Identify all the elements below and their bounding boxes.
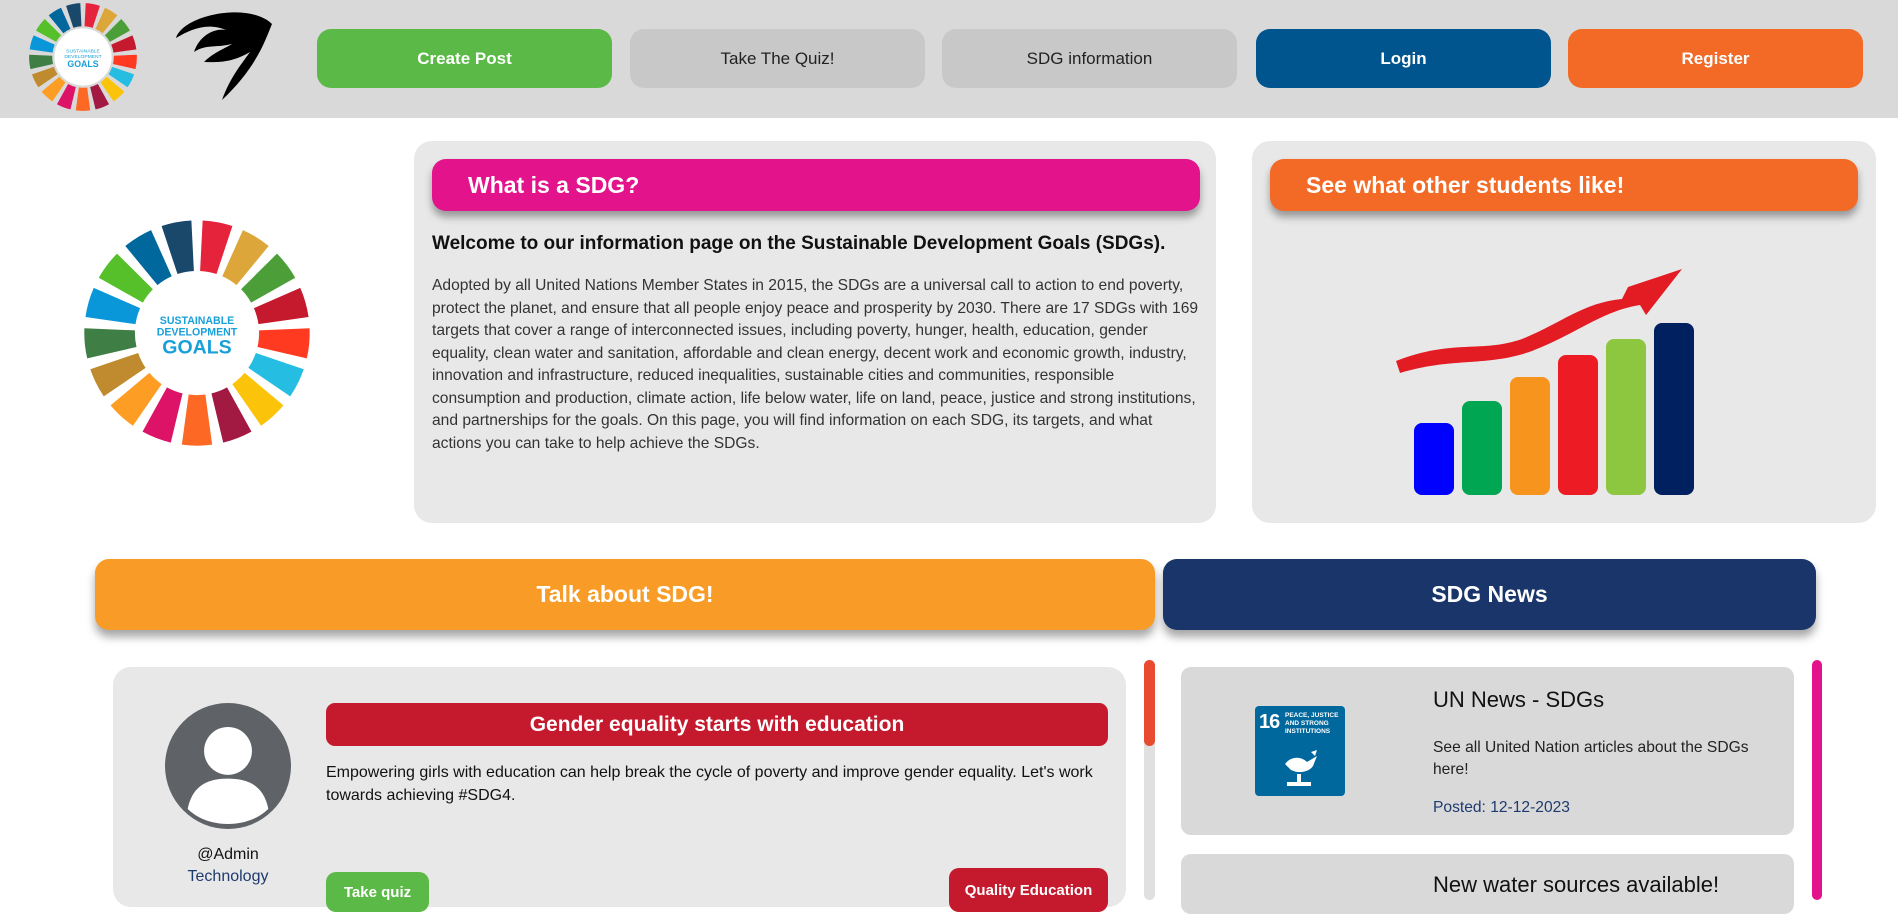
posts-scrollbar[interactable]	[1144, 660, 1155, 900]
sdg-wheel-segment	[257, 328, 310, 359]
sdg-wheel-segment	[66, 3, 82, 28]
post-username[interactable]: @Admin	[165, 846, 291, 864]
news-description: See all United Nation articles about the…	[1433, 739, 1749, 778]
sdg-logo-wheel-icon[interactable]: SUSTAINABLE DEVELOPMENT GOALS	[28, 2, 138, 112]
growth-bar	[1462, 401, 1502, 495]
sdg-wheel-segment	[75, 87, 91, 111]
post-user-category: Technology	[187, 868, 269, 885]
growth-bar	[1510, 377, 1550, 495]
growth-chart-image	[1396, 269, 1694, 495]
students-card: See what other students like!	[1252, 141, 1876, 523]
sdg16-icon: 16 PEACE, JUSTICE AND STRONG INSTITUTION…	[1255, 706, 1345, 796]
svg-text:SUSTAINABLE: SUSTAINABLE	[66, 49, 100, 55]
brand-logo-icon[interactable]	[170, 4, 276, 104]
svg-text:GOALS: GOALS	[67, 59, 98, 69]
growth-bar	[1558, 355, 1598, 495]
create-post-button[interactable]: Create Post	[317, 29, 612, 88]
sdg-wheel-segment	[84, 3, 100, 28]
dove-gavel-icon	[1285, 750, 1317, 786]
sdg-wheel-image: SUSTAINABLE DEVELOPMENT GOALS	[84, 220, 310, 446]
students-title: See what other students like!	[1270, 159, 1858, 211]
sdg-news-banner: SDG News	[1163, 559, 1816, 630]
sdg-information-button[interactable]: SDG information	[942, 29, 1237, 88]
growth-bar	[1414, 423, 1454, 495]
talk-about-sdg-banner: Talk about SDG!	[95, 559, 1155, 630]
post-body: Empowering girls with education can help…	[326, 764, 1093, 804]
take-quiz-tag-button[interactable]: Take quiz	[326, 872, 429, 912]
info-body: Adopted by all United Nations Member Sta…	[432, 277, 1199, 452]
sdg-wheel-segment	[29, 54, 53, 70]
category-tag-button[interactable]: Quality Education	[949, 868, 1108, 912]
posts-scrollbar-thumb[interactable]	[1144, 660, 1155, 746]
news-title[interactable]: New water sources available!	[1433, 872, 1719, 898]
login-button[interactable]: Login	[1256, 29, 1551, 88]
news-scrollbar[interactable]	[1812, 660, 1822, 900]
post-title[interactable]: Gender equality starts with education	[326, 703, 1108, 746]
register-button[interactable]: Register	[1568, 29, 1863, 88]
growth-bar	[1606, 339, 1646, 495]
svg-text:GOALS: GOALS	[162, 337, 231, 359]
news-date: Posted: 12-12-2023	[1433, 799, 1570, 816]
top-navigation-bar: SUSTAINABLE DEVELOPMENT GOALS Create Pos…	[0, 0, 1898, 118]
sdg-wheel-segment	[84, 328, 137, 359]
sdg-wheel-segment	[113, 54, 137, 70]
sdg-wheel-segment	[181, 394, 213, 446]
info-heading: Welcome to our information page on the S…	[432, 233, 1166, 254]
svg-text:SUSTAINABLE: SUSTAINABLE	[160, 315, 234, 327]
avatar-icon[interactable]	[165, 703, 291, 829]
sdg-info-card: What is a SDG? Welcome to our informatio…	[414, 141, 1216, 523]
news-item[interactable]: New water sources available!	[1181, 854, 1794, 914]
growth-bar	[1654, 323, 1694, 495]
news-title[interactable]: UN News - SDGs	[1433, 687, 1604, 713]
post-card[interactable]: @Admin Technology Gender equality starts…	[113, 667, 1126, 912]
news-scrollbar-thumb[interactable]	[1812, 660, 1822, 900]
take-quiz-button[interactable]: Take The Quiz!	[630, 29, 925, 88]
sdg-info-title: What is a SDG?	[432, 159, 1200, 211]
news-item[interactable]: 16 PEACE, JUSTICE AND STRONG INSTITUTION…	[1181, 667, 1794, 835]
